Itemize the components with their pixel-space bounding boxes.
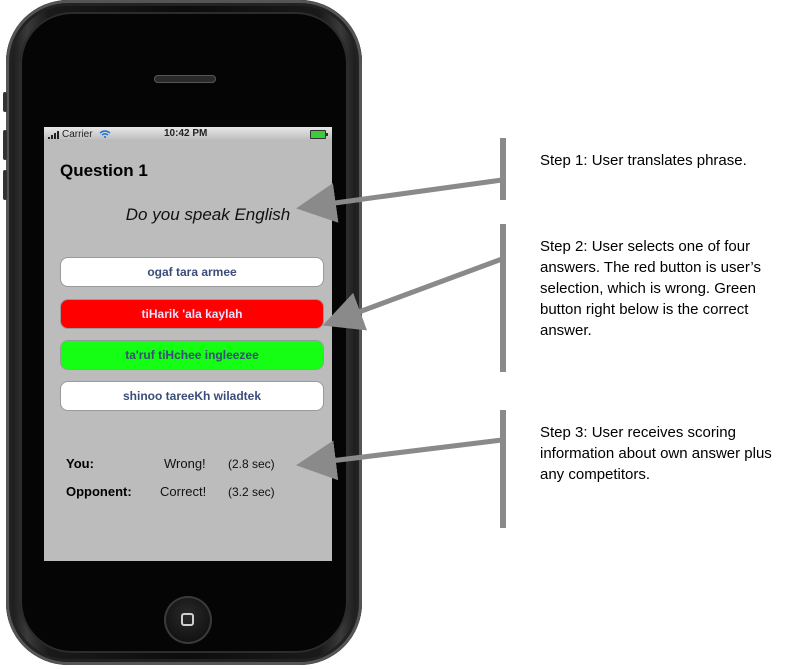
bracket-step-1 (500, 138, 506, 200)
callout-step-2: Step 2: User selects one of four answers… (540, 238, 761, 339)
arrow-step-1 (296, 177, 503, 223)
callout-step-3: Step 3: User receives scoring informatio… (540, 424, 772, 483)
arrow-step-3 (296, 437, 503, 481)
bracket-step-2 (500, 224, 506, 372)
callout-step-1: Step 1: User translates phrase. (540, 152, 747, 169)
bracket-step-3 (500, 410, 506, 528)
arrow-step-2 (322, 256, 503, 331)
